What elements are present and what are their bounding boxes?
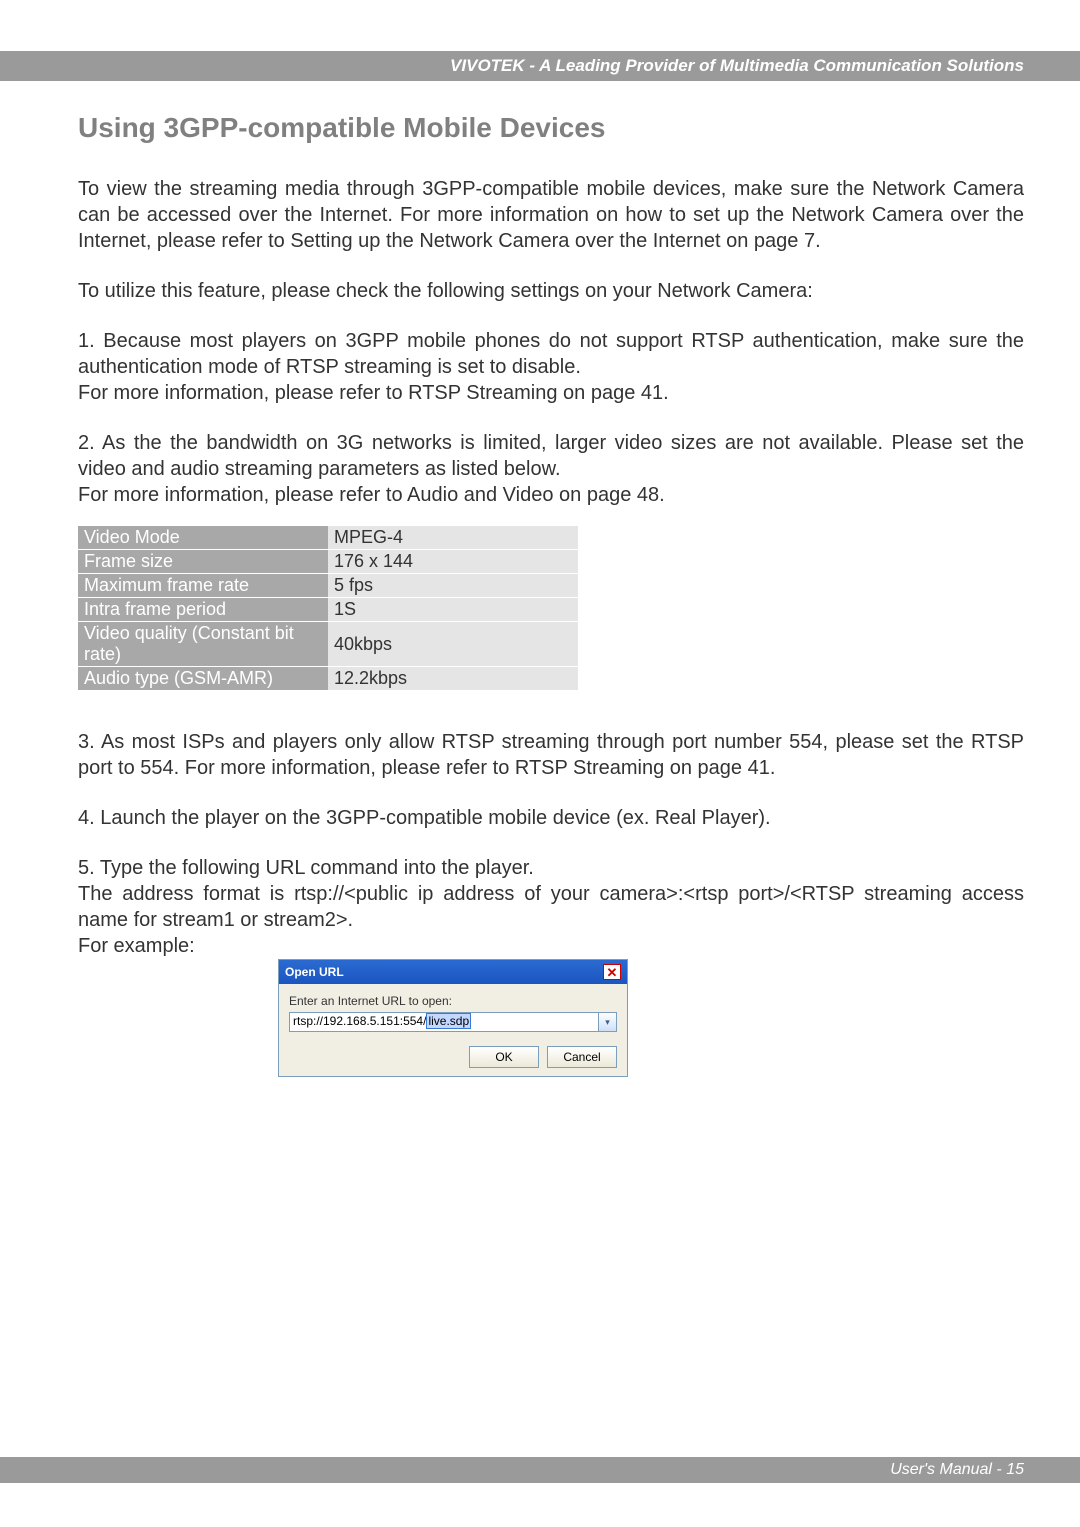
- footer-band: User's Manual - 15: [0, 1457, 1080, 1483]
- url-input[interactable]: rtsp://192.168.5.151:554/live.sdp: [289, 1012, 599, 1032]
- setting-label: Audio type (GSM-AMR): [78, 667, 328, 691]
- button-row: OK Cancel: [289, 1046, 617, 1068]
- cancel-button[interactable]: Cancel: [547, 1046, 617, 1068]
- header-band: VIVOTEK - A Leading Provider of Multimed…: [0, 51, 1080, 81]
- setting-value: 12.2kbps: [328, 667, 578, 691]
- ok-button[interactable]: OK: [469, 1046, 539, 1068]
- close-icon[interactable]: ✕: [603, 964, 621, 980]
- setting-value: MPEG-4: [328, 526, 578, 550]
- chevron-down-icon[interactable]: ▾: [599, 1012, 617, 1032]
- table-row: Intra frame period 1S: [78, 598, 578, 622]
- setting-value: 5 fps: [328, 574, 578, 598]
- table-row: Video quality (Constant bit rate) 40kbps: [78, 622, 578, 667]
- url-highlighted: live.sdp: [426, 1013, 471, 1029]
- header-text: VIVOTEK - A Leading Provider of Multimed…: [450, 56, 1024, 76]
- step-5: 5. Type the following URL command into t…: [78, 855, 1024, 959]
- dialog-screenshot: Open URL ✕ Enter an Internet URL to open…: [278, 959, 1024, 1077]
- step-3: 3. As most ISPs and players only allow R…: [78, 729, 1024, 781]
- content-area: Using 3GPP-compatible Mobile Devices To …: [78, 112, 1024, 1077]
- setting-value: 176 x 144: [328, 550, 578, 574]
- setting-label: Video Mode: [78, 526, 328, 550]
- url-label: Enter an Internet URL to open:: [289, 994, 617, 1008]
- setting-label: Intra frame period: [78, 598, 328, 622]
- page-title: Using 3GPP-compatible Mobile Devices: [78, 112, 1024, 144]
- table-row: Maximum frame rate 5 fps: [78, 574, 578, 598]
- dialog-titlebar: Open URL ✕: [279, 960, 627, 984]
- table-row: Audio type (GSM-AMR) 12.2kbps: [78, 667, 578, 691]
- url-prefix: rtsp://192.168.5.151:554/: [293, 1014, 426, 1028]
- setting-label: Video quality (Constant bit rate): [78, 622, 328, 667]
- settings-table: Video Mode MPEG-4 Frame size 176 x 144 M…: [78, 526, 578, 691]
- step-1: 1. Because most players on 3GPP mobile p…: [78, 328, 1024, 406]
- setting-value: 40kbps: [328, 622, 578, 667]
- dialog-title: Open URL: [285, 965, 344, 979]
- setting-value: 1S: [328, 598, 578, 622]
- step-2: 2. As the the bandwidth on 3G networks i…: [78, 430, 1024, 508]
- dialog-body: Enter an Internet URL to open: rtsp://19…: [279, 984, 627, 1076]
- table-row: Video Mode MPEG-4: [78, 526, 578, 550]
- url-row: rtsp://192.168.5.151:554/live.sdp ▾: [289, 1012, 617, 1032]
- open-url-dialog: Open URL ✕ Enter an Internet URL to open…: [278, 959, 628, 1077]
- setting-label: Frame size: [78, 550, 328, 574]
- intro-paragraph-1: To view the streaming media through 3GPP…: [78, 176, 1024, 254]
- intro-paragraph-2: To utilize this feature, please check th…: [78, 278, 1024, 304]
- table-row: Frame size 176 x 144: [78, 550, 578, 574]
- setting-label: Maximum frame rate: [78, 574, 328, 598]
- step-4: 4. Launch the player on the 3GPP-compati…: [78, 805, 1024, 831]
- footer-text: User's Manual - 15: [890, 1461, 1024, 1479]
